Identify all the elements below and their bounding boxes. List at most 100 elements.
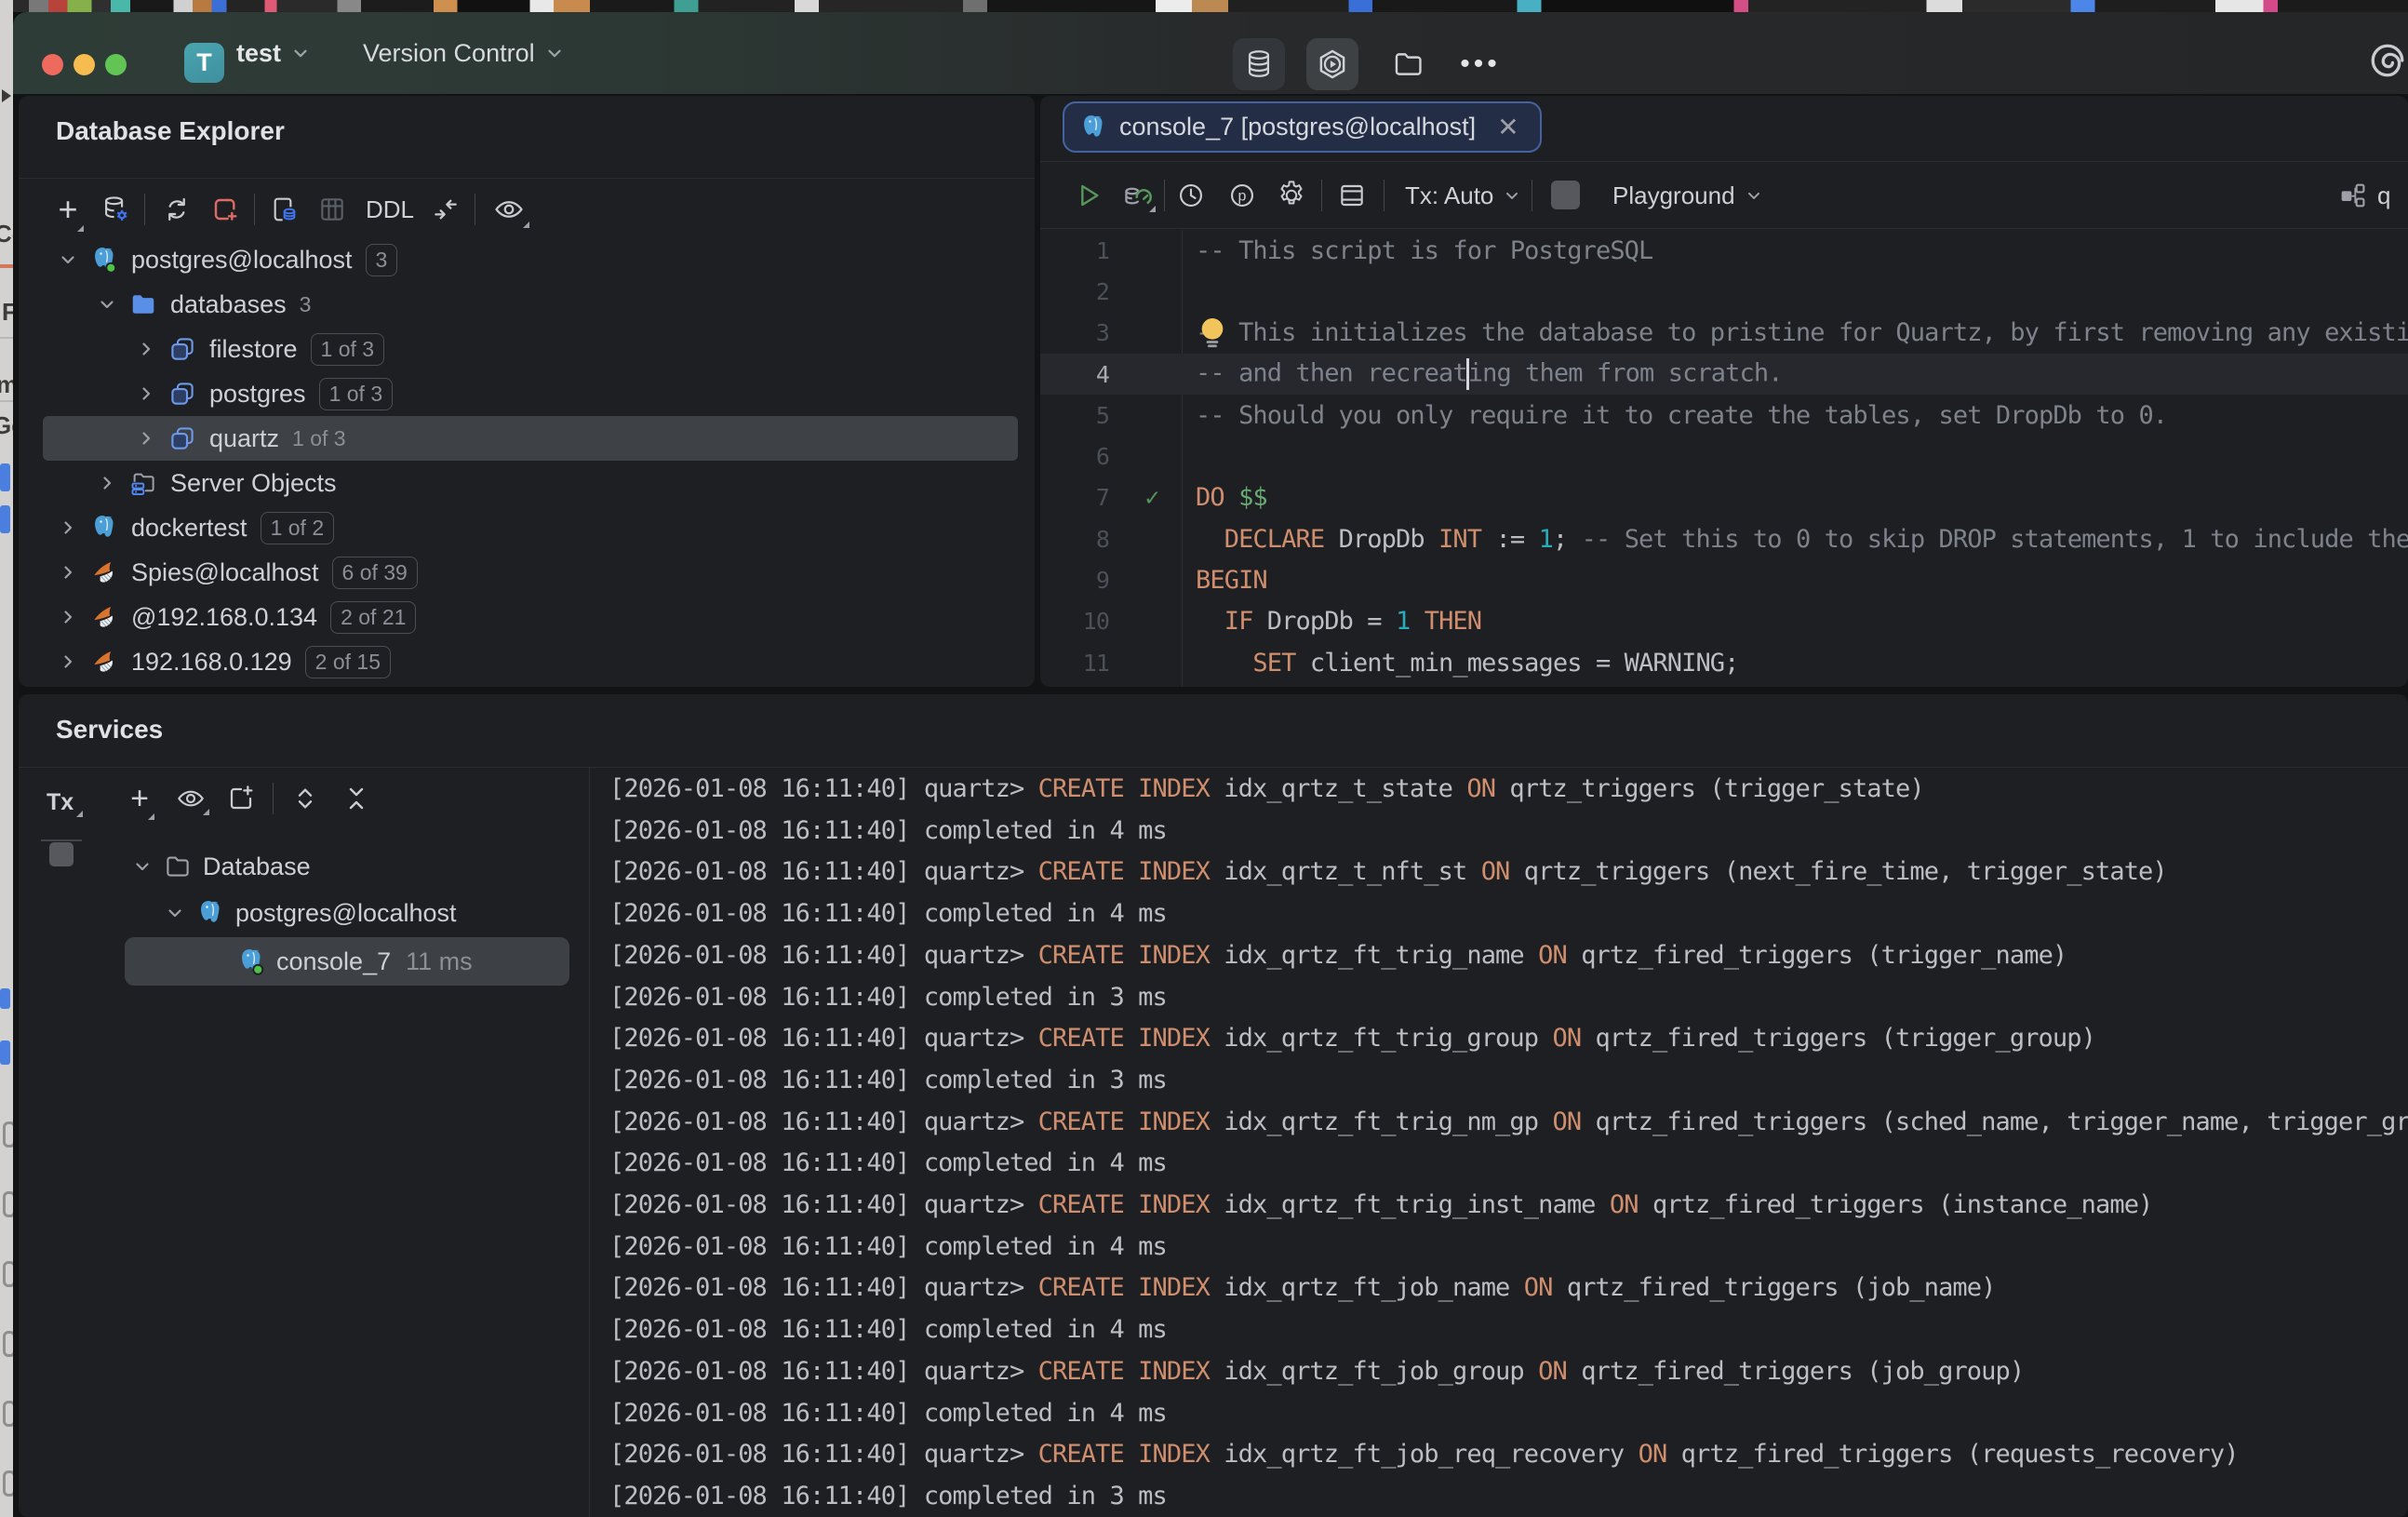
chevron-right-icon[interactable] xyxy=(132,338,160,360)
code-line-11[interactable]: 11 SET client_min_messages = WARNING; xyxy=(1040,642,2408,683)
add-service-button[interactable]: + xyxy=(119,778,160,819)
chevron-down-icon[interactable] xyxy=(161,902,189,924)
project-avatar[interactable]: T xyxy=(184,43,224,83)
settings-button[interactable] xyxy=(1271,175,1312,216)
count-badge: 2 of 15 xyxy=(305,646,391,678)
code-line-3[interactable]: 3-- This initializes the database to pri… xyxy=(1040,313,2408,354)
chevron-right-icon[interactable] xyxy=(54,606,82,628)
db-blue-icon xyxy=(167,423,197,453)
tree-item--192-168-0-134[interactable]: @192.168.0.1342 of 21 xyxy=(19,595,1035,639)
log-line: [2026-01-08 16:11:40] quartz> CREATE IND… xyxy=(609,935,2408,977)
chevron-right-icon[interactable] xyxy=(54,651,82,673)
code-line-7[interactable]: 7✓DO $$ xyxy=(1040,477,2408,518)
intention-bulb-icon[interactable] xyxy=(1197,315,1228,353)
submenu-wedge-icon xyxy=(76,811,83,817)
toolbar-separator xyxy=(1321,180,1322,211)
count-badge: 3 xyxy=(300,292,312,317)
code-editor[interactable]: 1 -- This script is for PostgreSQL 23-- Th… xyxy=(1040,230,2408,687)
code-text: -- Should you only require it to create … xyxy=(1182,401,2408,430)
code-line-10[interactable]: 10 IF DropDb = 1 THEN xyxy=(1040,601,2408,642)
close-icon[interactable]: ✕ xyxy=(1497,112,1518,142)
chevron-right-icon[interactable] xyxy=(93,472,121,494)
run-tool-button[interactable] xyxy=(1306,38,1358,90)
tx-filter-button[interactable]: Tx xyxy=(47,789,74,816)
code-line-2[interactable]: 2 xyxy=(1040,271,2408,312)
chevron-right-icon[interactable] xyxy=(54,517,82,539)
expand-all-button[interactable] xyxy=(285,778,326,819)
submenu-wedge-icon xyxy=(77,225,84,232)
code-line-9[interactable]: 9BEGIN xyxy=(1040,559,2408,600)
history-button[interactable] xyxy=(1171,175,1211,216)
toolbar-separator xyxy=(1384,180,1385,211)
parameters-button[interactable]: p xyxy=(1222,175,1263,216)
view-options-button[interactable] xyxy=(488,189,529,230)
code-line-1[interactable]: 1 -- This script is for PostgreSQL xyxy=(1040,230,2408,271)
code-text: -- This script is for PostgreSQL xyxy=(1182,236,2408,265)
stop-service-button[interactable] xyxy=(49,842,74,866)
services-item-database[interactable]: Database xyxy=(128,843,311,890)
project-menu[interactable]: test xyxy=(236,12,311,94)
services-item-console-7[interactable]: console_711 ms xyxy=(125,937,569,986)
chevron-right-icon[interactable] xyxy=(132,383,160,405)
ddl-button[interactable]: DDL xyxy=(363,189,417,230)
tree-item-databases[interactable]: databases3 xyxy=(19,282,1035,327)
log-line: [2026-01-08 16:11:40] quartz> CREATE IND… xyxy=(609,1018,2408,1060)
server-objects-icon xyxy=(128,468,158,498)
execute-script-button[interactable] xyxy=(1117,175,1157,216)
open-in-new-tab-button[interactable] xyxy=(221,778,261,819)
chevron-right-icon[interactable] xyxy=(54,561,82,584)
eye-icon xyxy=(176,784,206,813)
chevron-down-icon[interactable] xyxy=(128,855,156,878)
tree-item-postgres[interactable]: postgres1 of 3 xyxy=(19,371,1035,416)
submenu-wedge-icon xyxy=(148,813,154,820)
attach-console-button[interactable] xyxy=(263,189,304,230)
tree-item-spies-localhost[interactable]: Spies@localhost6 of 39 xyxy=(19,550,1035,595)
code-line-8[interactable]: 8 DECLARE DropDb INT := 1; -- Set this t… xyxy=(1040,518,2408,559)
disconnect-button[interactable] xyxy=(205,189,246,230)
code-line-5[interactable]: 5-- Should you only require it to create… xyxy=(1040,395,2408,436)
tree-item-192-168-0-129[interactable]: 192.168.0.1292 of 15 xyxy=(19,639,1035,684)
log-line: [2026-01-08 16:11:40] completed in 3 ms xyxy=(609,977,2408,1019)
add-datasource-button[interactable]: + xyxy=(47,189,88,230)
run-button[interactable] xyxy=(1068,175,1109,216)
tx-mode-dropdown[interactable]: Tx: Auto xyxy=(1405,175,1521,216)
line-number: 1 xyxy=(1040,237,1122,264)
in-editor-results-button[interactable] xyxy=(1331,175,1372,216)
open-new-tab-icon xyxy=(226,784,256,813)
version-control-menu[interactable]: Version Control xyxy=(363,12,565,94)
chevron-right-icon[interactable] xyxy=(132,427,160,450)
chevron-down-icon[interactable] xyxy=(54,248,82,271)
count-badge: 6 of 39 xyxy=(332,557,418,589)
tree-item-dockertest[interactable]: dockertest1 of 2 xyxy=(19,505,1035,550)
database-tool-button[interactable] xyxy=(1233,38,1285,90)
datasource-properties-button[interactable] xyxy=(95,189,136,230)
refresh-button[interactable] xyxy=(156,189,197,230)
minimize-window-button[interactable] xyxy=(74,54,95,75)
jump-to-console-button[interactable] xyxy=(425,189,466,230)
tree-item-server-objects[interactable]: Server Objects xyxy=(19,461,1035,505)
view-options-button[interactable] xyxy=(170,778,211,819)
stop-button[interactable] xyxy=(1551,181,1580,209)
playground-dropdown[interactable]: Playground xyxy=(1612,175,1763,216)
console-log-output[interactable]: [2026-01-08 16:11:40] quartz> CREATE IND… xyxy=(609,767,2408,1517)
tree-item-postgres-localhost[interactable]: postgres@localhost3 xyxy=(19,237,1035,282)
project-files-button[interactable] xyxy=(1382,38,1434,90)
maximize-window-button[interactable] xyxy=(105,54,127,75)
close-window-button[interactable] xyxy=(42,54,63,75)
schema-name-partial[interactable]: q xyxy=(2377,175,2390,216)
tab-console-7[interactable]: console_7 [postgres@localhost] ✕ xyxy=(1063,101,1542,153)
count-badge: 3 xyxy=(366,244,398,276)
code-line-4[interactable]: 4-- and then recreating them from scratc… xyxy=(1040,354,2408,395)
chevron-down-icon xyxy=(290,43,311,63)
table-view-button[interactable] xyxy=(312,189,353,230)
tree-item-filestore[interactable]: filestore1 of 3 xyxy=(19,327,1035,371)
chevron-down-icon[interactable] xyxy=(93,293,121,315)
assistant-button[interactable] xyxy=(2361,34,2408,87)
tree-item-quartz[interactable]: quartz1 of 3 xyxy=(43,416,1018,461)
code-line-6[interactable]: 6 xyxy=(1040,436,2408,477)
collapse-all-button[interactable] xyxy=(336,778,377,819)
folder-gray-icon xyxy=(164,852,192,880)
more-tools-button[interactable]: ••• xyxy=(1454,38,1506,90)
schema-switcher-button[interactable] xyxy=(2332,175,2373,216)
services-item-postgres-localhost[interactable]: postgres@localhost xyxy=(161,890,457,936)
